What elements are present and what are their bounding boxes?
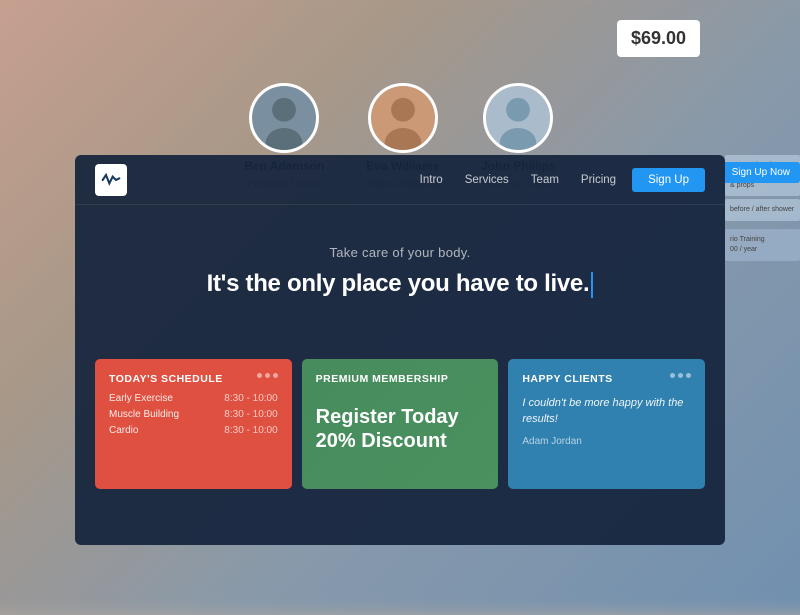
trainer-avatar-ben — [249, 83, 319, 153]
nav-pricing[interactable]: Pricing — [581, 174, 616, 186]
right-panel: Personal Trainerspace for training& prop… — [725, 155, 800, 545]
cards-row: Today's Schedule Early Exercise 8:30 - 1… — [75, 339, 725, 489]
schedule-item-1: Early Exercise 8:30 - 10:00 — [109, 393, 278, 404]
schedule-card: Today's Schedule Early Exercise 8:30 - 1… — [95, 359, 292, 489]
schedule-title: Today's Schedule — [109, 373, 278, 385]
hero-subtitle: Take care of your body. — [329, 245, 470, 260]
hero-title: It's the only place you have to live. — [207, 270, 594, 299]
signup-now-button[interactable]: Sign Up Now — [722, 162, 800, 183]
signup-right-area: Sign Up Now — [722, 162, 800, 183]
testimonial-quote: I couldn't be more happy with the result… — [522, 395, 691, 428]
main-card: Intro Services Team Pricing Sign Up Take… — [75, 155, 725, 545]
hero-section: Take care of your body. It's the only pl… — [75, 205, 725, 319]
membership-title: Premium Membership — [316, 373, 485, 385]
nav-team[interactable]: Team — [531, 174, 559, 186]
signup-button[interactable]: Sign Up — [632, 168, 705, 192]
nav-links: Intro Services Team Pricing — [420, 174, 616, 186]
nav-intro[interactable]: Intro — [420, 174, 443, 186]
schedule-item-2: Muscle Building 8:30 - 10:00 — [109, 409, 278, 420]
navbar: Intro Services Team Pricing Sign Up — [75, 155, 725, 205]
trainer-avatar-john — [483, 83, 553, 153]
cursor-blink — [591, 272, 593, 298]
clients-title: Happy Clients — [522, 373, 691, 385]
nav-logo[interactable] — [95, 164, 127, 196]
nav-services[interactable]: Services — [465, 174, 509, 186]
right-card-text-3: rio Training00 / year — [730, 235, 795, 255]
right-card-3: rio Training00 / year — [725, 229, 800, 261]
membership-card: Premium Membership Register Today20% Dis… — [302, 359, 499, 489]
price-badge: $69.00 — [617, 20, 700, 57]
clients-card: Happy Clients I couldn't be more happy w… — [508, 359, 705, 489]
right-card-2: before / after shower — [725, 199, 800, 221]
membership-promo: Register Today20% Discount — [316, 405, 485, 453]
right-card-text-2: before / after shower — [730, 205, 795, 215]
schedule-item-3: Cardio 8:30 - 10:00 — [109, 425, 278, 436]
testimonial-author: Adam Jordan — [522, 436, 691, 447]
trainer-avatar-eva — [368, 83, 438, 153]
